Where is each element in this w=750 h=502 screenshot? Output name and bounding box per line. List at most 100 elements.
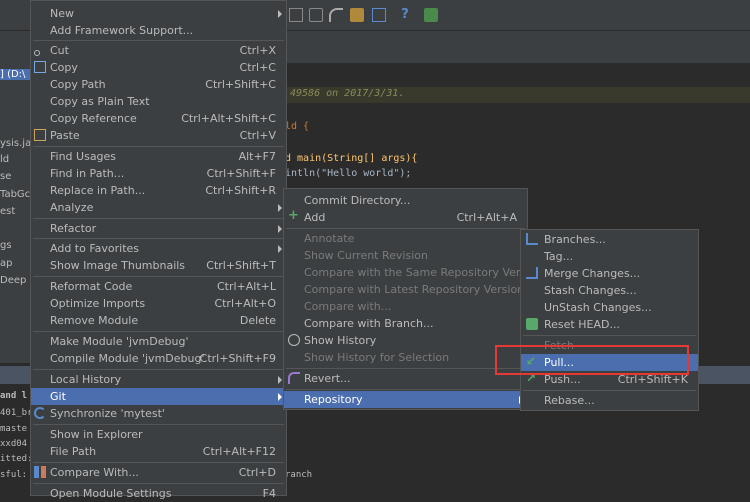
project-item[interactable]: ] (D:\: [0, 69, 32, 80]
menu-item-paste[interactable]: Paste Ctrl+V: [31, 127, 286, 144]
menu-item-open-module-settings[interactable]: Open Module Settings F4: [31, 485, 286, 502]
log-line: sful:: [0, 470, 28, 480]
menu-item-git[interactable]: Git: [31, 388, 286, 405]
menu-separator: [33, 331, 284, 332]
menu-item-analyze[interactable]: Analyze: [31, 199, 286, 216]
annotation-text: 49586 on 2017/3/31.: [290, 88, 405, 99]
context-menu: New Add Framework Support... Cut Ctrl+X C…: [30, 0, 287, 500]
menu-item-unstash-changes[interactable]: UnStash Changes...: [521, 299, 698, 316]
submenu-arrow-icon: [278, 204, 282, 212]
project-item[interactable]: ld: [0, 154, 32, 165]
compare-icon: [34, 466, 46, 478]
menu-item-cut[interactable]: Cut Ctrl+X: [31, 42, 286, 59]
menu-item-show-in-explorer[interactable]: Show in Explorer: [31, 426, 286, 443]
menu-separator: [33, 369, 284, 370]
log-line: itted:: [0, 454, 33, 464]
menu-item-file-path[interactable]: File Path Ctrl+Alt+F12: [31, 443, 286, 460]
menu-item-find-in-path[interactable]: Find in Path... Ctrl+Shift+F: [31, 165, 286, 182]
menu-item-compare-with[interactable]: Compare With... Ctrl+D: [31, 464, 286, 481]
submenu-arrow-icon: [278, 245, 282, 253]
menu-item-optimize-imports[interactable]: Optimize Imports Ctrl+Alt+O: [31, 295, 286, 312]
history-icon: [288, 334, 300, 346]
menu-separator: [523, 390, 696, 391]
menu-item-show-image-thumbnails[interactable]: Show Image Thumbnails Ctrl+Shift+T: [31, 257, 286, 274]
menu-item-show-history[interactable]: Show History: [284, 332, 527, 349]
menu-separator: [286, 228, 525, 229]
menu-item-copy-path[interactable]: Copy Path Ctrl+Shift+C: [31, 76, 286, 93]
menu-item-show-current-revision: Show Current Revision: [304, 249, 428, 262]
menu-item-copy-reference[interactable]: Copy Reference Ctrl+Alt+Shift+C: [31, 110, 286, 127]
project-item[interactable]: Deep: [0, 275, 32, 286]
menu-item-compare-with: Compare with...: [304, 300, 392, 313]
plus-icon: +: [288, 208, 299, 223]
project-item[interactable]: gs: [0, 240, 32, 251]
branch-icon: [526, 233, 538, 245]
menu-item-compare-with-branch[interactable]: Compare with Branch...: [284, 315, 527, 332]
menu-separator: [286, 368, 525, 369]
menu-separator: [33, 146, 284, 147]
menu-item-reformat-code[interactable]: Reformat Code Ctrl+Alt+L: [31, 278, 286, 295]
log-line: ranch: [285, 470, 313, 480]
log-line: maste: [0, 424, 28, 434]
menu-item-repository[interactable]: Repository: [284, 391, 527, 408]
menu-item-add[interactable]: + Add Ctrl+Alt+A: [284, 209, 527, 226]
menu-item-replace-in-path[interactable]: Replace in Path... Ctrl+Shift+R: [31, 182, 286, 199]
menu-item-branches[interactable]: Branches...: [521, 231, 698, 248]
menu-separator: [33, 40, 284, 41]
menu-item-revert[interactable]: Revert...: [284, 370, 527, 387]
project-item[interactable]: est: [0, 206, 32, 217]
menu-item-tag[interactable]: Tag...: [521, 248, 698, 265]
menu-separator: [33, 218, 284, 219]
menu-separator: [33, 483, 284, 484]
submenu-arrow-icon: [278, 376, 282, 384]
menu-item-refactor[interactable]: Refactor: [31, 220, 286, 237]
menu-item-rebase[interactable]: Rebase...: [521, 392, 698, 409]
toolbar-structure-icon[interactable]: [372, 8, 386, 22]
menu-item-local-history[interactable]: Local History: [31, 371, 286, 388]
menu-separator: [33, 462, 284, 463]
project-item[interactable]: TabGc: [0, 189, 32, 200]
menu-item-commit-directory[interactable]: Commit Directory...: [284, 192, 527, 209]
toolbar-wrench-icon[interactable]: [350, 8, 364, 22]
project-item[interactable]: ysis.jav: [0, 138, 32, 149]
menu-item-remove-module[interactable]: Remove Module Delete: [31, 312, 286, 329]
menu-item-compare-latest-repo-version: Compare with Latest Repository Version: [304, 283, 525, 296]
pull-highlight-box: [495, 345, 689, 375]
menu-item-add-to-favorites[interactable]: Add to Favorites: [31, 240, 286, 257]
menu-item-merge-changes[interactable]: Merge Changes...: [521, 265, 698, 282]
menu-item-compare-same-repo-version: Compare with the Same Repository Version: [304, 266, 543, 279]
menu-item-copy[interactable]: Copy Ctrl+C: [31, 59, 286, 76]
menu-separator: [33, 238, 284, 239]
menu-item-synchronize[interactable]: Synchronize 'mytest': [31, 405, 286, 422]
toolbar-save-icon[interactable]: [289, 8, 303, 22]
menu-item-add-framework-support[interactable]: Add Framework Support...: [31, 22, 286, 39]
menu-item-copy-plain-text[interactable]: Copy as Plain Text: [31, 93, 286, 110]
log-line: 401_br: [0, 408, 33, 418]
toolbar-help-icon[interactable]: ?: [398, 8, 412, 22]
menu-item-reset-head[interactable]: Reset HEAD...: [521, 316, 698, 333]
project-item[interactable]: se: [0, 171, 32, 182]
menu-separator: [523, 335, 696, 336]
menu-item-stash-changes[interactable]: Stash Changes...: [521, 282, 698, 299]
toolbar-vcs-icon[interactable]: [424, 8, 438, 22]
menu-item-new[interactable]: New: [31, 5, 286, 22]
menu-separator: [33, 276, 284, 277]
submenu-arrow-icon: [278, 225, 282, 233]
menu-separator: [33, 424, 284, 425]
project-item[interactable]: ap: [0, 258, 32, 269]
toolbar-undo-icon[interactable]: [329, 8, 343, 22]
log-line: xxd04: [0, 439, 28, 449]
project-panel: ] (D:\ ysis.jav ld se TabGc est gs ap De…: [0, 63, 32, 363]
merge-icon: [526, 267, 538, 279]
menu-item-compile-module[interactable]: Compile Module 'jvmDebug' Ctrl+Shift+F9: [31, 350, 286, 367]
code-line: intln("Hello world");: [285, 168, 412, 179]
code-line: d main(String[] args){: [285, 153, 418, 164]
menu-item-find-usages[interactable]: Find Usages Alt+F7: [31, 148, 286, 165]
menu-item-make-module[interactable]: Make Module 'jvmDebug': [31, 333, 286, 350]
toolbar-sync-icon[interactable]: [309, 8, 323, 22]
copy-icon: [34, 61, 46, 73]
sync-icon: [34, 407, 46, 419]
revert-icon: [288, 372, 300, 384]
reset-icon: [526, 318, 538, 330]
submenu-arrow-icon: [278, 393, 282, 401]
